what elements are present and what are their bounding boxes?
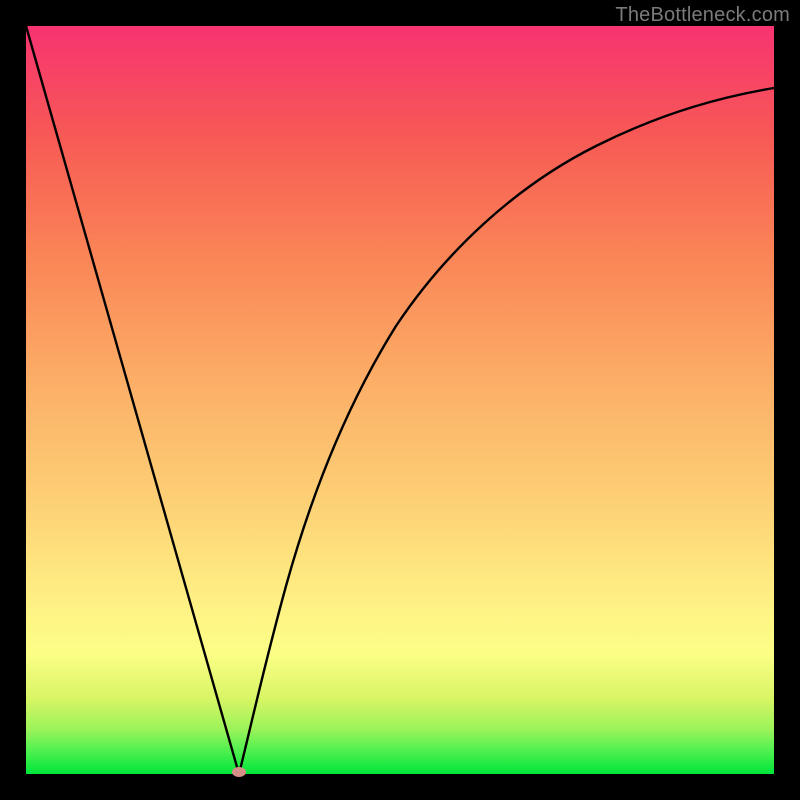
bottleneck-curve bbox=[26, 26, 774, 774]
plot-area bbox=[26, 26, 774, 774]
curve-left-branch bbox=[26, 26, 239, 774]
watermark-text: TheBottleneck.com bbox=[615, 4, 790, 27]
chart-frame: TheBottleneck.com bbox=[0, 0, 800, 800]
curve-right-branch bbox=[239, 88, 774, 774]
minimum-marker-dot bbox=[232, 767, 246, 777]
